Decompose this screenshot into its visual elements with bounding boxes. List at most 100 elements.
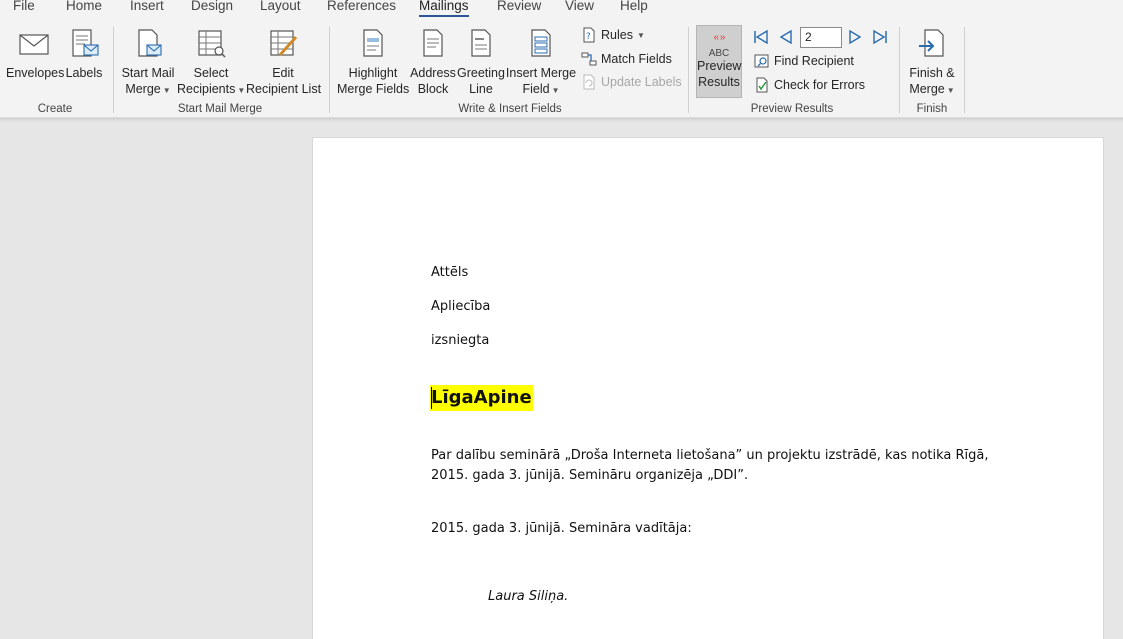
highlight-merge-fields-icon [363, 29, 383, 57]
chevron-down-icon: ▼ [636, 30, 645, 40]
select-recipients-line1: Select [193, 66, 229, 80]
greeting-line-icon [471, 29, 491, 57]
start-mail-merge-button[interactable]: Start Mail Merge ▼ [119, 27, 177, 99]
edit-recipient-list-line2: Recipient List [246, 82, 322, 96]
preview-results-button[interactable]: « » ABC Preview Results [696, 25, 742, 98]
document-line-apliecība: Apliecība [431, 299, 491, 314]
document-signer: Laura Siliņa. [488, 589, 569, 604]
select-recipients-line2: Recipients [177, 82, 236, 96]
rules-icon: ? [583, 27, 595, 43]
start-mail-merge-icon [138, 29, 162, 57]
text-cursor [431, 387, 432, 409]
labels-button[interactable]: Labels [64, 27, 104, 81]
check-for-errors-label: Check for Errors [774, 78, 865, 92]
group-label-preview-results: Preview Results [750, 103, 834, 115]
last-record-icon[interactable] [871, 28, 889, 46]
finish-merge-line1: Finish & [909, 66, 955, 80]
tab-file[interactable]: File [13, 0, 35, 13]
finish-merge-icon [919, 29, 944, 57]
tab-help[interactable]: Help [620, 0, 648, 13]
envelopes-label: Envelopes [6, 66, 65, 80]
tab-home[interactable]: Home [66, 0, 102, 13]
group-separator [899, 27, 900, 113]
group-label-start-mail-merge: Start Mail Merge [177, 103, 263, 115]
insert-merge-field-line1: Insert Merge [505, 66, 577, 80]
highlight-merge-fields-line1: Highlight [348, 66, 398, 80]
tab-references[interactable]: References [327, 0, 396, 13]
merged-recipient-name: LīgaApine [430, 385, 533, 411]
finish-merge-button[interactable]: Finish & Merge ▼ [905, 27, 959, 99]
document-line-izsniegta: izsniegta [431, 333, 490, 348]
tab-view[interactable]: View [565, 0, 594, 13]
record-number-input[interactable]: 2 [800, 27, 842, 48]
insert-merge-field-icon [531, 29, 551, 57]
tab-insert[interactable]: Insert [130, 0, 164, 13]
update-labels-icon [583, 74, 595, 90]
mailings-ribbon: Envelopes Labels Create Start Mail Merge… [0, 17, 1123, 118]
chevron-down-icon: ▼ [162, 86, 171, 95]
greeting-line-line1: Greeting [457, 66, 505, 80]
insert-merge-field-line2: Field [522, 82, 550, 96]
group-separator [964, 27, 965, 113]
greeting-line-line2: Line [469, 82, 493, 96]
greeting-line-button[interactable]: Greeting Line [457, 27, 505, 97]
document-paragraph: Par dalību seminārā „Droša Interneta lie… [431, 448, 989, 483]
preview-abc-text: ABC [708, 48, 730, 59]
envelopes-button[interactable]: Envelopes [6, 27, 65, 81]
tab-layout[interactable]: Layout [260, 0, 301, 13]
edit-recipient-list-line1: Edit [272, 66, 294, 80]
highlight-merge-fields-button[interactable]: Highlight Merge Fields [337, 27, 409, 97]
group-label-write-insert-fields: Write & Insert Fields [458, 103, 562, 115]
document-line-attels: Attēls [431, 265, 469, 280]
update-labels-label: Update Labels [601, 75, 682, 89]
address-block-icon [423, 29, 443, 57]
edit-recipient-list-icon [270, 30, 298, 56]
match-fields-button[interactable]: Match Fields [581, 51, 672, 67]
ribbon-shadow [0, 118, 1123, 122]
group-separator [113, 27, 114, 113]
preview-abc-icon: « » ABC [708, 32, 730, 59]
chevron-down-icon: ▼ [551, 86, 560, 95]
match-fields-icon [581, 52, 597, 66]
tab-review[interactable]: Review [497, 0, 541, 13]
start-mail-merge-line2: Merge [125, 82, 161, 96]
preview-results-line2: Results [698, 75, 740, 89]
group-label-create: Create [37, 103, 73, 115]
preview-results-line1: Preview [697, 59, 742, 73]
select-recipients-icon [198, 30, 226, 58]
find-recipient-label: Find Recipient [774, 54, 854, 68]
envelope-icon [19, 34, 49, 55]
document-date-line: 2015. gada 3. jūnijā. Semināra vadītāja: [431, 521, 692, 536]
group-separator [329, 27, 330, 113]
update-labels-button[interactable]: Update Labels [581, 74, 682, 90]
address-block-line1: Address [410, 66, 456, 80]
highlight-merge-fields-line2: Merge Fields [337, 82, 410, 96]
address-block-line2: Block [417, 82, 449, 96]
rules-label: Rules [601, 28, 633, 42]
match-fields-label: Match Fields [601, 52, 672, 66]
check-errors-icon [756, 77, 768, 93]
rules-button[interactable]: ? Rules ▼ [581, 27, 645, 43]
chevron-down-icon: ▼ [237, 86, 246, 95]
labels-icon [72, 29, 99, 57]
check-for-errors-button[interactable]: Check for Errors [754, 77, 865, 93]
tab-design[interactable]: Design [191, 0, 233, 13]
menu-tab-bar: File Home Insert Design Layout Reference… [0, 0, 1123, 18]
first-record-icon[interactable] [752, 28, 770, 46]
group-label-finish: Finish [916, 103, 948, 115]
labels-label: Labels [65, 66, 103, 80]
address-block-button[interactable]: Address Block [409, 27, 457, 97]
find-recipient-icon [754, 54, 769, 68]
next-record-icon[interactable] [846, 28, 864, 46]
chevron-down-icon: ▼ [946, 86, 955, 95]
previous-record-icon[interactable] [777, 28, 795, 46]
insert-merge-field-button[interactable]: Insert Merge Field ▼ [505, 27, 577, 99]
finish-merge-line2: Merge [909, 82, 945, 96]
find-recipient-button[interactable]: Find Recipient [754, 53, 854, 69]
group-separator [688, 27, 689, 113]
tab-mailings[interactable]: Mailings [419, 0, 469, 18]
edit-recipient-list-button[interactable]: Edit Recipient List [246, 27, 322, 97]
start-mail-merge-line1: Start Mail [121, 66, 175, 80]
select-recipients-button[interactable]: Select Recipients ▼ [177, 27, 245, 99]
svg-text:?: ? [586, 32, 591, 42]
